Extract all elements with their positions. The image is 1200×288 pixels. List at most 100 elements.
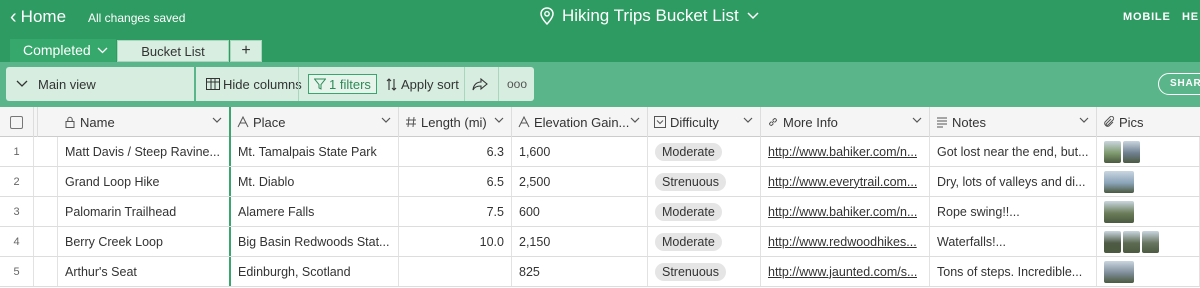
cell-text: Arthur's Seat <box>65 264 137 279</box>
place-cell[interactable]: Mt. Diablo <box>231 167 399 196</box>
row-expand-gutter <box>34 137 58 166</box>
notes-cell[interactable]: Dry, lots of valleys and di... <box>930 167 1097 196</box>
photo-thumbnail[interactable] <box>1142 230 1159 253</box>
view-switcher[interactable]: Main view <box>6 67 194 101</box>
photo-thumbnail[interactable] <box>1123 230 1140 253</box>
row-number-cell[interactable]: 1 <box>0 137 34 166</box>
length-cell[interactable] <box>399 257 512 286</box>
base-title[interactable]: Hiking Trips Bucket List <box>540 6 759 26</box>
column-label: Elevation Gain... <box>534 114 630 130</box>
name-cell[interactable]: Arthur's Seat <box>58 257 231 286</box>
length-cell[interactable]: 10.0 <box>399 227 512 256</box>
select-icon <box>654 116 666 128</box>
table-row[interactable]: 3 Palomarin Trailhead Alamere Falls 7.5 600 M… <box>0 197 1200 227</box>
row-expand-gutter <box>34 167 58 196</box>
cell-text: Palomarin Trailhead <box>65 204 177 219</box>
name-cell[interactable]: Matt Davis / Steep Ravine... <box>58 137 231 166</box>
more-info-cell[interactable]: http://www.bahiker.com/n... <box>761 197 930 226</box>
elevation-cell[interactable]: 600 <box>512 197 648 226</box>
elevation-cell[interactable]: 1,600 <box>512 137 648 166</box>
hide-columns-button[interactable]: Hide columns <box>206 74 302 94</box>
pics-cell[interactable] <box>1097 167 1200 196</box>
elevation-cell[interactable]: 2,500 <box>512 167 648 196</box>
row-number-cell[interactable]: 2 <box>0 167 34 196</box>
filter-button[interactable]: 1 filters <box>308 74 377 94</box>
length-cell[interactable]: 6.5 <box>399 167 512 196</box>
name-cell[interactable]: Palomarin Trailhead <box>58 197 231 226</box>
name-cell[interactable]: Berry Creek Loop <box>58 227 231 256</box>
photo-thumbnail[interactable] <box>1104 170 1134 193</box>
share-view-button[interactable] <box>472 74 488 94</box>
help-link[interactable]: HE <box>1182 11 1199 23</box>
place-cell[interactable]: Edinburgh, Scotland <box>231 257 399 286</box>
text-icon <box>518 116 530 128</box>
tab-bucket-list[interactable]: Bucket List <box>117 40 229 62</box>
photo-thumbnail[interactable] <box>1104 230 1121 253</box>
column-header-length[interactable]: Length (mi) <box>399 107 512 137</box>
notes-cell[interactable]: Waterfalls!... <box>930 227 1097 256</box>
pics-cell[interactable] <box>1097 197 1200 226</box>
cell-text: 825 <box>519 264 540 279</box>
column-header-more-info[interactable]: More Info <box>761 107 930 137</box>
more-info-cell[interactable]: http://www.bahiker.com/n... <box>761 137 930 166</box>
place-cell[interactable]: Big Basin Redwoods Stat... <box>231 227 399 256</box>
url-link[interactable]: http://www.everytrail.com... <box>768 175 917 189</box>
photo-thumbnail[interactable] <box>1104 140 1121 163</box>
photo-thumbnail[interactable] <box>1104 260 1134 283</box>
pics-cell[interactable] <box>1097 227 1200 256</box>
notes-cell[interactable]: Tons of steps. Incredible... <box>930 257 1097 286</box>
cell-text: Mt. Tamalpais State Park <box>238 144 377 159</box>
elevation-cell[interactable]: 2,150 <box>512 227 648 256</box>
table-row[interactable]: 2 Grand Loop Hike Mt. Diablo 6.5 2,500 Strenu… <box>0 167 1200 197</box>
share-button[interactable]: SHARE <box>1158 73 1200 95</box>
place-cell[interactable]: Alamere Falls <box>231 197 399 226</box>
name-cell[interactable]: Grand Loop Hike <box>58 167 231 196</box>
select-all-checkbox[interactable] <box>0 107 34 137</box>
row-expand-gutter <box>34 227 58 256</box>
filter-label: 1 filters <box>329 76 371 92</box>
more-info-cell[interactable]: http://www.jaunted.com/s... <box>761 257 930 286</box>
column-header-pics[interactable]: Pics <box>1097 107 1200 137</box>
difficulty-cell[interactable]: Strenuous <box>648 257 761 286</box>
header-spacer <box>34 107 38 137</box>
mobile-link[interactable]: MOBILE <box>1123 11 1171 23</box>
table-row[interactable]: 4 Berry Creek Loop Big Basin Redwoods Stat… <box>0 227 1200 257</box>
tab-completed[interactable]: Completed <box>10 39 116 62</box>
url-link[interactable]: http://www.jaunted.com/s... <box>768 265 917 279</box>
column-header-place[interactable]: Place <box>231 107 399 137</box>
elevation-cell[interactable]: 825 <box>512 257 648 286</box>
sort-button[interactable]: Apply sort <box>386 74 459 94</box>
photo-thumbnail[interactable] <box>1104 200 1134 223</box>
photo-thumbnail[interactable] <box>1123 140 1140 163</box>
row-number-cell[interactable]: 5 <box>0 257 34 286</box>
length-cell[interactable]: 7.5 <box>399 197 512 226</box>
notes-cell[interactable]: Rope swing!!... <box>930 197 1097 226</box>
column-header-elevation[interactable]: Elevation Gain... <box>512 107 648 137</box>
difficulty-cell[interactable]: Moderate <box>648 137 761 166</box>
place-cell[interactable]: Mt. Tamalpais State Park <box>231 137 399 166</box>
url-link[interactable]: http://www.redwoodhikes... <box>768 235 917 249</box>
column-header-difficulty[interactable]: Difficulty <box>648 107 761 137</box>
url-link[interactable]: http://www.bahiker.com/n... <box>768 205 917 219</box>
home-button[interactable]: ‹ Home <box>10 7 66 27</box>
more-info-cell[interactable]: http://www.everytrail.com... <box>761 167 930 196</box>
cell-text: Big Basin Redwoods Stat... <box>238 234 390 249</box>
url-link[interactable]: http://www.bahiker.com/n... <box>768 145 917 159</box>
more-info-cell[interactable]: http://www.redwoodhikes... <box>761 227 930 256</box>
table-row[interactable]: 1 Matt Davis / Steep Ravine... Mt. Tamalpa… <box>0 137 1200 167</box>
row-number-cell[interactable]: 4 <box>0 227 34 256</box>
notes-cell[interactable]: Got lost near the end, but... <box>930 137 1097 166</box>
records-grid: Name Place Length (mi) Elevation Gain...… <box>0 107 1200 288</box>
row-number-cell[interactable]: 3 <box>0 197 34 226</box>
difficulty-cell[interactable]: Moderate <box>648 197 761 226</box>
column-header-notes[interactable]: Notes <box>930 107 1097 137</box>
length-cell[interactable]: 6.3 <box>399 137 512 166</box>
difficulty-cell[interactable]: Strenuous <box>648 167 761 196</box>
column-header-name[interactable]: Name <box>58 107 231 137</box>
more-options-button[interactable]: ooo <box>507 74 527 94</box>
pics-cell[interactable] <box>1097 137 1200 166</box>
table-row[interactable]: 5 Arthur's Seat Edinburgh, Scotland 825 Stre… <box>0 257 1200 287</box>
add-table-button[interactable]: + <box>230 40 262 62</box>
difficulty-cell[interactable]: Moderate <box>648 227 761 256</box>
pics-cell[interactable] <box>1097 257 1200 286</box>
